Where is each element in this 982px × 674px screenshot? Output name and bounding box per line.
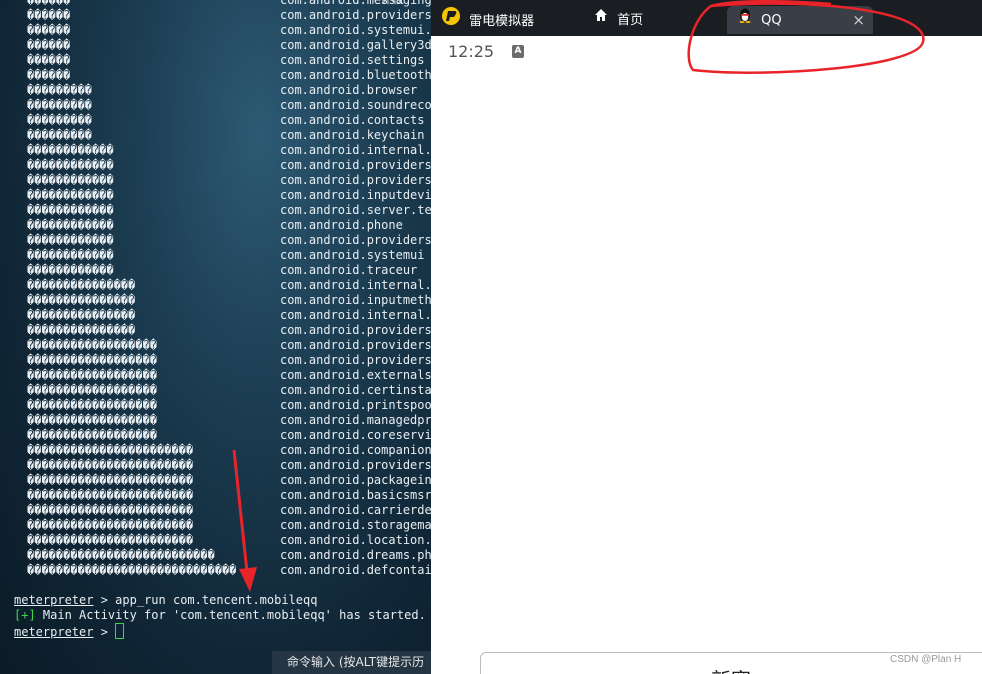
status-time: 12:25 [448, 42, 495, 61]
leidian-logo-icon [441, 6, 461, 37]
input-badge: A [512, 45, 524, 58]
app-name: 雷电模拟器 [469, 14, 535, 29]
emulator-window: 雷电模拟器 首页 QQ × 12:25 A 新窗 [431, 0, 982, 674]
emulator-tab-bar: 雷电模拟器 首页 QQ × [431, 0, 982, 36]
home-icon [593, 6, 609, 34]
terminal-panel: 计权 ������com.android.messaging������com.… [0, 0, 431, 674]
new-window-title: 新窗 [711, 664, 751, 674]
home-tab-label: 首页 [617, 12, 644, 28]
red-arrow-annotation [232, 449, 257, 592]
qq-penguin-icon [737, 6, 753, 34]
close-icon[interactable]: × [852, 6, 865, 34]
app-title-tab[interactable]: 雷电模拟器 [441, 6, 534, 34]
csdn-watermark: CSDN @Plan H [890, 654, 962, 665]
qq-tab-label: QQ [761, 12, 782, 28]
red-circle-annotation [687, 0, 925, 74]
tab-home[interactable]: 首页 [593, 6, 643, 34]
tab-qq[interactable]: QQ × [727, 6, 873, 34]
